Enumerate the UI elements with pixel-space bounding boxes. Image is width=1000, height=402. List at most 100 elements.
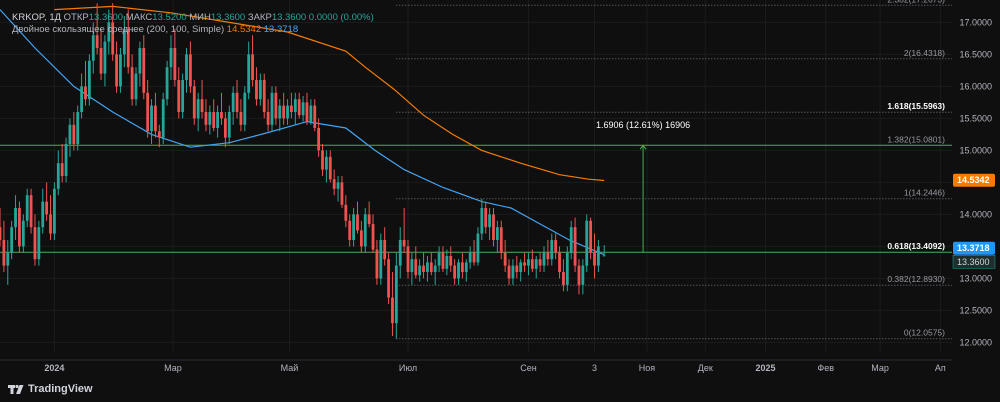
candle-body <box>243 92 247 125</box>
candle-body <box>37 227 41 260</box>
fib-level-label: 0.618(13.4092) <box>887 241 945 251</box>
candle-body <box>488 214 491 228</box>
candle-body <box>523 262 526 266</box>
candle-body <box>348 220 352 240</box>
candle-body <box>449 256 453 266</box>
candle <box>29 188 33 234</box>
candle-body <box>383 240 387 260</box>
brand-name: TradingView <box>28 383 93 395</box>
candle-body <box>142 48 146 93</box>
candle-body <box>569 227 573 253</box>
candle-body <box>363 214 367 247</box>
candle-body <box>146 92 150 132</box>
price-chart[interactable]: 2.382(17.2673) 2(16.4318) 1.618(15.5963) 1.… <box>0 0 1000 402</box>
candle-body <box>554 240 558 253</box>
fib-level-label: 2.382(17.2673) <box>887 0 945 4</box>
candle <box>387 252 390 304</box>
candle-body <box>18 208 21 247</box>
change-value: 0.0000 (0.00%) <box>308 12 374 23</box>
open-value: 13.3600 <box>88 12 124 23</box>
candle-body <box>200 99 204 112</box>
candle-body <box>231 92 235 112</box>
candle <box>53 182 56 240</box>
candle <box>379 233 383 285</box>
candle <box>363 208 367 253</box>
candle-body <box>352 214 355 240</box>
candle-body <box>297 99 301 116</box>
candle-body <box>103 41 107 74</box>
candle-body <box>49 214 52 234</box>
candle-body <box>278 105 282 119</box>
candle-body <box>495 227 499 240</box>
x-tick-label: 2024 <box>44 363 64 373</box>
symbol-label[interactable]: KRKOP, 1Д <box>12 12 61 23</box>
candle-body <box>33 227 37 260</box>
candle-body <box>317 128 321 151</box>
candle-body <box>464 262 468 272</box>
candle-body <box>371 224 375 250</box>
candle-body <box>274 92 278 119</box>
y-tick-label: 15.5000 <box>959 113 992 123</box>
candle-body <box>0 227 2 240</box>
y-tick-label: 13.0000 <box>959 273 992 283</box>
candle-body <box>169 48 173 68</box>
candle-body <box>573 227 577 266</box>
candle-body <box>585 220 589 266</box>
candle-body <box>558 252 561 272</box>
candle-body <box>457 262 460 279</box>
candle <box>565 246 569 292</box>
candle-body <box>593 252 596 266</box>
candle-body <box>398 240 402 266</box>
candle-body <box>581 265 585 285</box>
candle-body <box>293 99 297 112</box>
tradingview-logo[interactable]: TradingView <box>8 383 93 395</box>
candle-body <box>192 86 196 119</box>
candle <box>161 92 165 144</box>
candle-body <box>406 246 410 272</box>
candle-body <box>255 80 258 100</box>
candle <box>64 137 68 183</box>
ma200-price-tag: 14.5342 <box>957 175 990 185</box>
candle-body <box>336 182 340 189</box>
candle-body <box>426 262 429 272</box>
candle-body <box>80 86 83 112</box>
x-tick-label: Дек <box>698 363 713 373</box>
candle-body <box>453 265 457 279</box>
candle-body <box>391 297 394 324</box>
candle <box>585 214 589 272</box>
candle-body <box>565 252 569 285</box>
candle-body <box>196 99 200 119</box>
candle <box>87 54 91 106</box>
candle-body <box>515 265 519 272</box>
y-tick-label: 14.0000 <box>959 209 992 219</box>
candle-body <box>340 182 344 205</box>
candle-body <box>286 105 289 119</box>
candle <box>181 73 185 119</box>
y-tick-label: 16.0000 <box>959 81 992 91</box>
candle-body <box>394 265 398 324</box>
candle <box>119 48 122 93</box>
candle-body <box>480 208 484 234</box>
candle-body <box>115 54 118 87</box>
candle-body <box>87 60 91 100</box>
candle-body <box>95 35 99 48</box>
candle-body <box>60 163 64 176</box>
candle-body <box>410 259 414 272</box>
fib-level-label: 1.618(15.5963) <box>887 101 945 111</box>
candle-body <box>476 233 480 263</box>
candle-body <box>542 252 546 266</box>
indicator-row[interactable]: Двойное скользящее среднее (200, 100, Si… <box>12 24 374 36</box>
ma200-legend-value: 14.5342 <box>226 24 262 35</box>
candle-body <box>212 112 216 128</box>
candle-body <box>173 48 177 80</box>
candle-body <box>589 220 593 253</box>
candle-body <box>45 201 49 215</box>
candle-body <box>258 80 262 100</box>
indicator-name[interactable]: Двойное скользящее среднее (200, 100, Si… <box>12 24 224 35</box>
fib-level-label: 1.382(15.0801) <box>887 134 945 144</box>
x-tick-label: Фев <box>817 363 834 373</box>
candle-body <box>189 54 192 87</box>
candle-body <box>313 105 317 128</box>
y-tick-label: 12.0000 <box>959 337 992 347</box>
candle-body <box>56 163 60 189</box>
